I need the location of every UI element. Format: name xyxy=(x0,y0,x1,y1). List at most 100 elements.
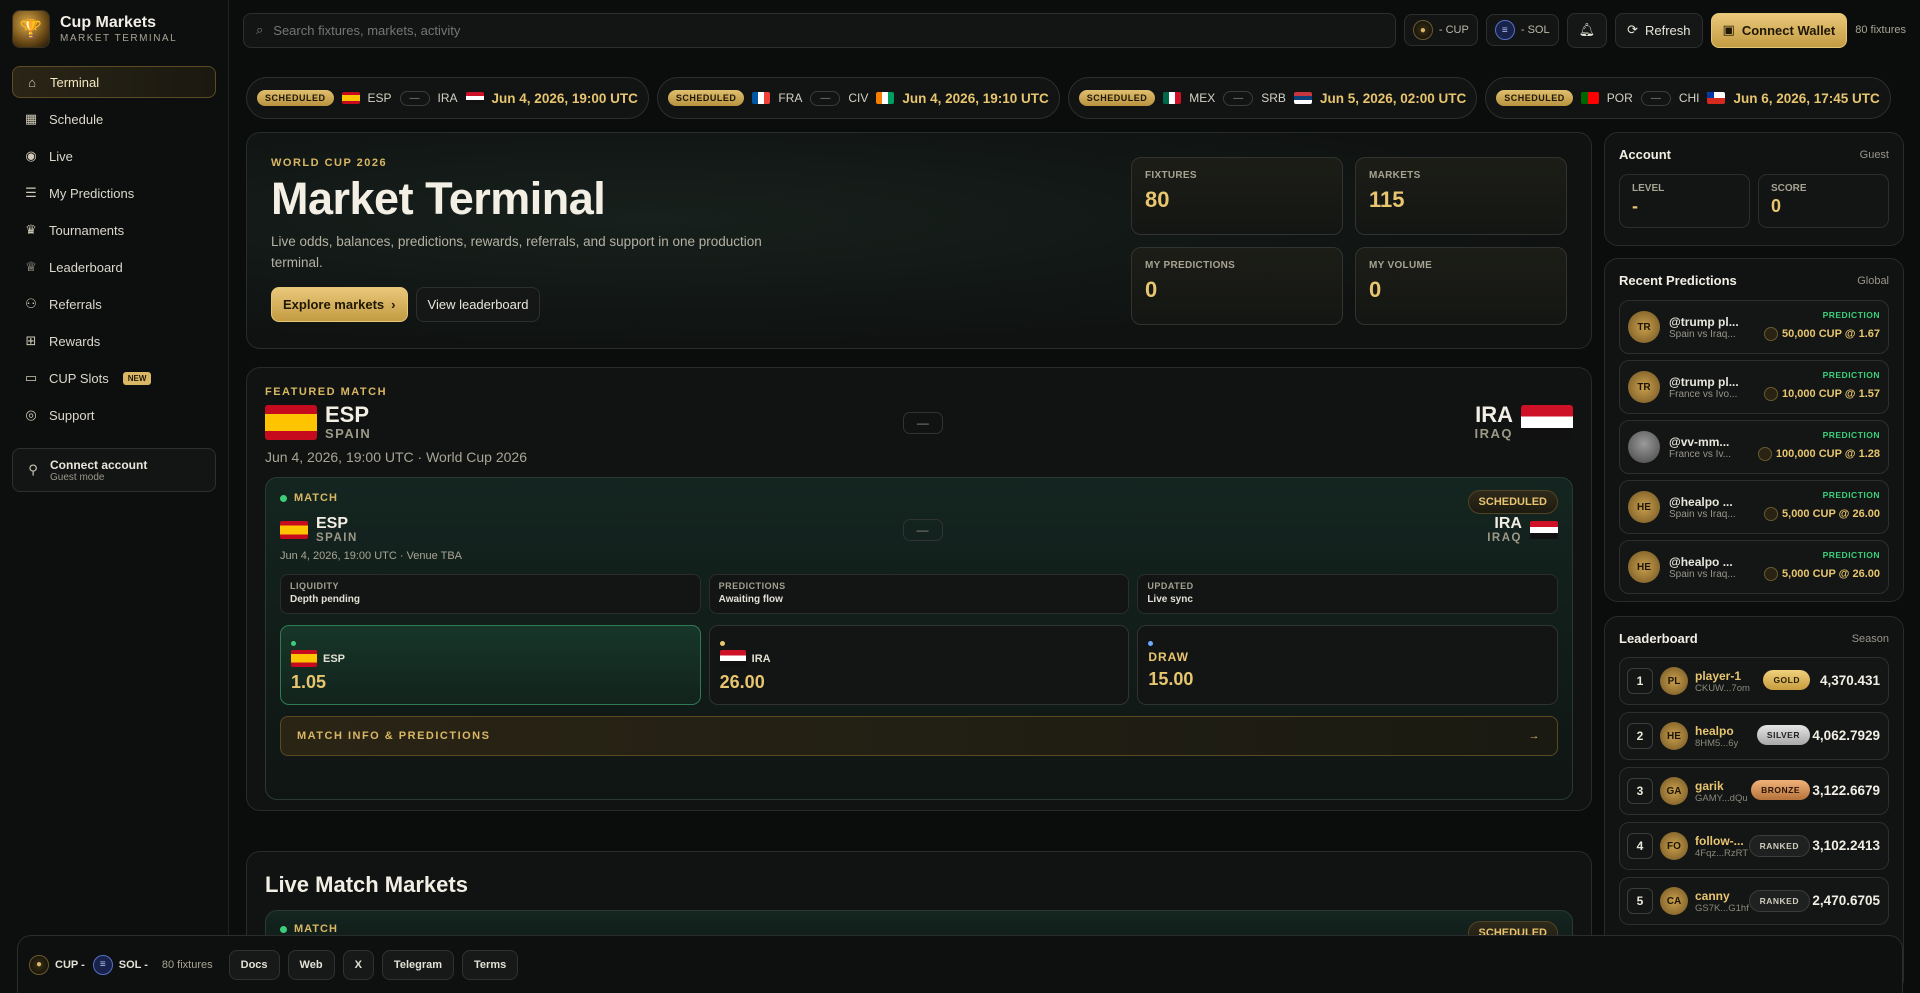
sidebar-item-label: Schedule xyxy=(49,111,104,127)
home-name: SPAIN xyxy=(325,426,372,441)
stat-value: 115 xyxy=(1369,187,1405,212)
trophy-icon: ♕ xyxy=(25,259,37,274)
cup-balance-value: - CUP xyxy=(1438,24,1469,36)
home-team[interactable]: ESP SPAIN xyxy=(265,404,371,441)
player-score: 3,122.6679 xyxy=(1812,783,1880,798)
score-label: SCORE xyxy=(1771,183,1807,194)
refresh-button[interactable]: ⟳ Refresh xyxy=(1615,12,1703,48)
info-liquidity: LIQUIDITY Depth pending xyxy=(280,574,701,614)
telegram-link[interactable]: Telegram xyxy=(381,949,455,980)
home-code: ESP xyxy=(325,402,370,427)
info-key: UPDATED xyxy=(1147,581,1194,591)
player-name: follow-... xyxy=(1695,833,1744,848)
list-item[interactable]: HE @healpo ... Spain vs Iraq... PREDICTION 5… xyxy=(1619,480,1889,534)
sidebar-item-cup-slots[interactable]: ▭ CUP Slots NEW xyxy=(12,362,216,394)
match-info-button[interactable]: MATCH INFO & PREDICTIONS → xyxy=(280,716,1558,756)
leaderboard-row[interactable]: 3 GA garik GAMY...dQu BRONZE 3,122.6679 xyxy=(1619,767,1889,815)
avatar: GA xyxy=(1660,777,1688,805)
pred-amount-value: 5,000 CUP @ 26.00 xyxy=(1782,568,1880,580)
odds-draw-button[interactable]: DRAW 15.00 xyxy=(1137,625,1558,705)
stat-value: 0 xyxy=(1369,277,1382,302)
info-key: LIQUIDITY xyxy=(290,581,339,591)
mexico-flag-icon xyxy=(1163,92,1182,104)
odds-away-button[interactable]: IRA 26.00 xyxy=(708,625,1130,705)
sol-coin-icon: ≡ xyxy=(92,954,113,975)
terms-link[interactable]: Terms xyxy=(462,949,519,980)
sol-balance-value: - SOL xyxy=(1520,24,1550,36)
connect-account-button[interactable]: ⚲ Connect account Guest mode xyxy=(12,448,216,492)
avatar: CA xyxy=(1660,887,1688,915)
recent-scope: Global xyxy=(1857,274,1889,287)
card-meta: Jun 4, 2026, 19:00 UTC · Venue TBA xyxy=(280,550,463,562)
sidebar-item-schedule[interactable]: ▦ Schedule xyxy=(12,103,216,135)
view-leaderboard-button[interactable]: View leaderboard xyxy=(415,287,541,322)
iraq-flag-icon xyxy=(1529,521,1558,539)
match-card[interactable]: MATCH SCHEDULED ESP SPAIN — IRA IRAQ Jun 4… xyxy=(265,477,1573,800)
pred-user: @healpo ... xyxy=(1669,554,1733,569)
ivory-coast-flag-icon xyxy=(876,92,895,104)
rank: 4 xyxy=(1627,833,1653,859)
leaderboard-row[interactable]: 2 HE healpo 8HM5...6y SILVER 4,062.7929 xyxy=(1619,712,1889,760)
sidebar-item-live[interactable]: ◉ Live xyxy=(12,140,216,172)
search-box[interactable]: ⌕ xyxy=(243,12,1396,48)
iraq-flag-icon xyxy=(465,92,484,104)
footer-sol-value: SOL - xyxy=(118,958,148,971)
cup-coin-icon: ● xyxy=(1412,20,1433,40)
stat-label: MY PREDICTIONS xyxy=(1145,260,1236,271)
cup-coin-icon xyxy=(1757,447,1772,461)
hero-panel: WORLD CUP 2026 Market Terminal Live odds… xyxy=(246,132,1592,349)
sidebar-item-leaderboard[interactable]: ♕ Leaderboard xyxy=(12,251,216,283)
brand-title: Cup Markets xyxy=(60,14,157,31)
player-name: canny xyxy=(1695,888,1730,903)
notifications-button[interactable]: 🔔︎ xyxy=(1566,12,1608,48)
home-code: ESP xyxy=(316,515,349,532)
leaderboard-row[interactable]: 5 CA canny GS7K...G1hf RANKED 2,470.6705 xyxy=(1619,877,1889,925)
docs-link[interactable]: Docs xyxy=(228,949,280,980)
sidebar-item-my-predictions[interactable]: ☰ My Predictions xyxy=(12,177,216,209)
ticker-item[interactable]: SCHEDULED FRA — CIV Jun 4, 2026, 19:10 U… xyxy=(656,77,1060,119)
status-dot-icon xyxy=(1148,641,1154,646)
sidebar-item-label: Leaderboard xyxy=(49,259,123,275)
iraq-flag-icon xyxy=(1520,405,1573,440)
list-item[interactable]: TR @trump pl... France vs Ivo... PREDICTION… xyxy=(1619,360,1889,414)
avatar: HE xyxy=(1628,551,1660,583)
avatar: HE xyxy=(1660,722,1688,750)
connect-wallet-button[interactable]: ▣ Connect Wallet xyxy=(1710,12,1848,48)
leaderboard-row[interactable]: 4 FO follow-... 4Fqz...RzRT RANKED 3,102.2413 xyxy=(1619,822,1889,870)
ticker-date: Jun 4, 2026, 19:10 UTC xyxy=(902,90,1049,106)
odds-home-button[interactable]: ESP 1.05 xyxy=(280,625,701,705)
list-item[interactable]: TR @trump pl... Spain vs Iraq... PREDICTION… xyxy=(1619,300,1889,354)
ticker-item[interactable]: SCHEDULED POR — CHI Jun 6, 2026, 17:45 U… xyxy=(1485,77,1891,119)
sidebar-item-terminal[interactable]: ⌂ Terminal xyxy=(12,66,216,98)
search-input[interactable] xyxy=(273,22,1383,38)
ticker-item[interactable]: SCHEDULED ESP — IRA Jun 4, 2026, 19:00 U… xyxy=(246,77,649,119)
sidebar-item-label: CUP Slots xyxy=(49,370,109,386)
account-title: Account xyxy=(1619,147,1671,162)
web-link[interactable]: Web xyxy=(287,949,335,980)
list-item[interactable]: @vv-mm... France vs Iv... PREDICTION 100,00… xyxy=(1619,420,1889,474)
stat-label: FIXTURES xyxy=(1145,170,1197,181)
arrow-right-icon: → xyxy=(1528,730,1541,742)
status-badge: SCHEDULED xyxy=(257,90,334,106)
pred-tag: PREDICTION xyxy=(1822,310,1880,320)
list-item[interactable]: HE @healpo ... Spain vs Iraq... PREDICTION 5… xyxy=(1619,540,1889,594)
leaderboard-row[interactable]: 1 PL player-1 CKUW...7om GOLD 4,370.431 xyxy=(1619,657,1889,705)
sol-balance[interactable]: ≡ - SOL xyxy=(1485,14,1559,46)
crown-icon: ♛ xyxy=(25,222,37,237)
player-name: player-1 xyxy=(1695,668,1742,683)
sidebar-item-support[interactable]: ◎ Support xyxy=(12,399,216,431)
x-link[interactable]: X xyxy=(342,949,374,980)
sidebar-item-referrals[interactable]: ⚇ Referrals xyxy=(12,288,216,320)
pred-user: @healpo ... xyxy=(1669,494,1733,509)
home-code: POR xyxy=(1606,91,1633,105)
sidebar-item-rewards[interactable]: ⊞ Rewards xyxy=(12,325,216,357)
user-icon: ⚲ xyxy=(28,462,38,477)
explore-markets-button[interactable]: Explore markets › xyxy=(271,287,408,322)
away-team[interactable]: IRA IRAQ xyxy=(1474,404,1573,441)
brand[interactable]: 🏆 Cup Markets MARKET TERMINAL xyxy=(0,0,228,58)
ticker-item[interactable]: SCHEDULED MEX — SRB Jun 5, 2026, 02:00 U… xyxy=(1067,77,1478,119)
odds-price: 1.05 xyxy=(291,672,327,692)
cup-balance[interactable]: ● - CUP xyxy=(1403,14,1478,46)
stat-value: 80 xyxy=(1145,187,1170,212)
sidebar-item-tournaments[interactable]: ♛ Tournaments xyxy=(12,214,216,246)
